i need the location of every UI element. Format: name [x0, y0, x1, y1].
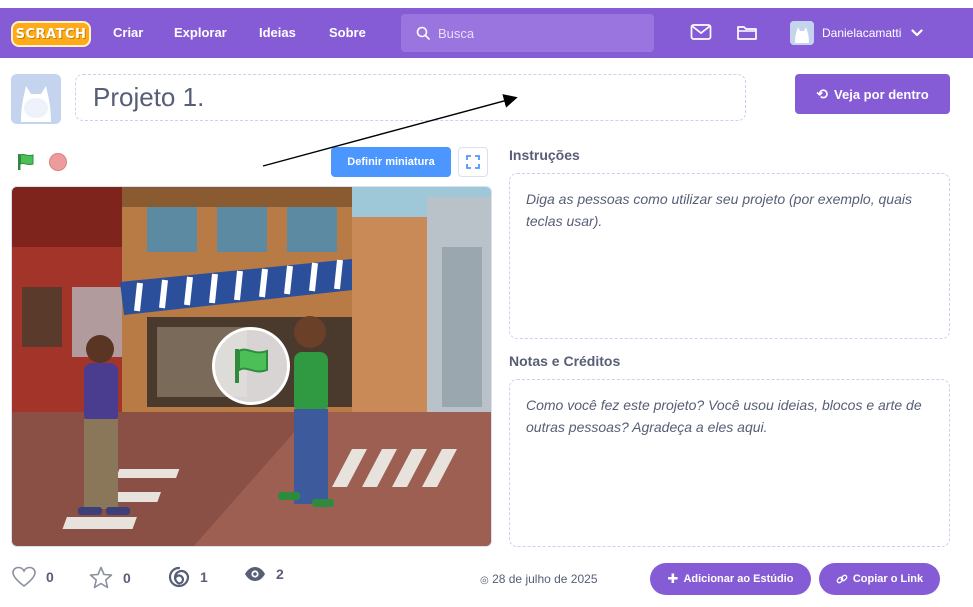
- favorite-stat[interactable]: 0: [89, 566, 131, 589]
- heart-icon: [12, 566, 36, 588]
- shared-date-text: 28 de julho de 2025: [492, 572, 598, 586]
- username: Danielacamatti: [822, 26, 902, 40]
- nav-link-ideias[interactable]: Ideias: [259, 25, 296, 40]
- start-project-button[interactable]: [212, 327, 290, 405]
- search-input[interactable]: Busca: [401, 14, 654, 52]
- fullscreen-button[interactable]: [458, 147, 488, 177]
- nav-link-criar[interactable]: Criar: [113, 25, 143, 40]
- project-author-avatar[interactable]: [11, 74, 61, 124]
- notes-textarea[interactable]: Como você fez este projeto? Você usou id…: [509, 379, 950, 547]
- notes-heading: Notas e Créditos: [509, 353, 621, 369]
- top-navbar: SCRATCH Criar Explorar Ideias Sobre Busc…: [0, 8, 973, 58]
- nav-link-sobre[interactable]: Sobre: [329, 25, 366, 40]
- chevron-down-icon: [911, 29, 923, 37]
- link-icon: [836, 574, 848, 584]
- remix-spiral-icon: [168, 566, 190, 588]
- messages-icon[interactable]: [690, 23, 712, 41]
- love-count: 0: [46, 569, 54, 585]
- stop-button[interactable]: [49, 153, 67, 171]
- instructions-heading: Instruções: [509, 147, 580, 163]
- user-avatar: [790, 21, 814, 45]
- fullscreen-icon: [466, 155, 480, 169]
- search-placeholder: Busca: [438, 25, 475, 41]
- star-icon: [89, 566, 113, 589]
- see-inside-label: Veja por dentro: [834, 86, 929, 102]
- copy-link-label: Copiar o Link: [852, 573, 924, 585]
- caption-strip: [0, 0, 973, 8]
- add-to-studio-label: Adicionar ao Estúdio: [683, 573, 794, 585]
- search-icon: [416, 26, 430, 40]
- eye-icon: [245, 567, 265, 581]
- remix-arrows-icon: ⟲: [816, 85, 829, 102]
- shared-date: ◎ 28 de julho de 2025: [480, 572, 598, 586]
- nav-link-explorar[interactable]: Explorar: [174, 25, 227, 40]
- copy-link-button[interactable]: Copiar o Link: [819, 563, 940, 595]
- project-title-input[interactable]: Projeto 1.: [75, 74, 746, 121]
- love-stat[interactable]: 0: [12, 566, 54, 588]
- scratch-logo[interactable]: SCRATCH: [11, 21, 91, 47]
- green-flag-icon[interactable]: [16, 152, 36, 172]
- calendar-icon: ◎: [480, 575, 489, 586]
- my-stuff-folder-icon[interactable]: [736, 23, 758, 41]
- remix-count: 1: [200, 569, 208, 585]
- remix-stat[interactable]: 1: [168, 566, 208, 588]
- plus-icon: ✚: [667, 571, 679, 586]
- add-to-studio-button[interactable]: ✚ Adicionar ao Estúdio: [650, 563, 811, 595]
- cat-avatar-icon: [11, 74, 61, 124]
- instructions-textarea[interactable]: Diga as pessoas como utilizar seu projet…: [509, 173, 950, 339]
- views-count: 2: [276, 566, 284, 582]
- views-stat: 2: [244, 566, 284, 582]
- set-thumbnail-button[interactable]: Definir miniatura: [331, 147, 451, 177]
- favorite-count: 0: [123, 569, 131, 586]
- cat-avatar-icon: [790, 21, 814, 45]
- account-menu[interactable]: Danielacamatti: [790, 21, 923, 45]
- green-flag-icon: [235, 348, 268, 383]
- see-inside-button[interactable]: ⟲ Veja por dentro: [795, 74, 950, 114]
